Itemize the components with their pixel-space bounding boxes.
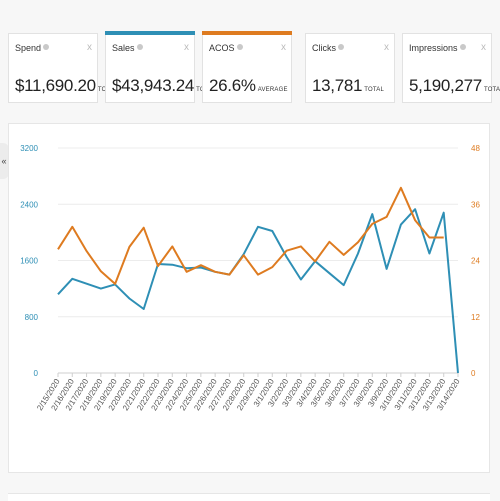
close-icon[interactable]: x — [384, 42, 389, 53]
metric-title: ACOS — [209, 43, 243, 53]
metric-accent-bar — [105, 31, 195, 35]
close-icon[interactable]: x — [184, 42, 189, 53]
y-right-tick-label: 0 — [471, 369, 476, 378]
close-icon[interactable]: x — [481, 42, 486, 53]
metric-title-label: Clicks — [312, 43, 336, 53]
metric-value: 13,781 TOTAL — [312, 76, 384, 96]
metric-title-label: Impressions — [409, 43, 458, 53]
metric-value-number: 13,781 — [312, 76, 363, 95]
info-icon[interactable] — [136, 44, 143, 50]
metric-unit: TOTAL — [483, 87, 500, 93]
info-icon[interactable] — [236, 44, 243, 50]
info-icon[interactable] — [43, 44, 50, 50]
metric-unit: AVERAGE — [257, 87, 288, 93]
metric-value-number: $43,943.24 — [112, 76, 195, 95]
metric-title-label: Spend — [15, 43, 42, 53]
metric-card-sales[interactable]: Sales x $43,943.24TOTAL — [105, 31, 216, 103]
metric-title: Impressions — [409, 43, 466, 53]
info-icon[interactable] — [338, 44, 344, 50]
y-left-tick-label: 800 — [25, 313, 39, 322]
metric-value-number: 5,190,277 — [409, 76, 482, 95]
y-left-tick-label: 2400 — [20, 200, 38, 209]
metric-title: Spend — [15, 43, 50, 53]
y-left-tick-label: 1600 — [20, 257, 38, 266]
metric-value: $43,943.24TOTAL — [112, 76, 216, 96]
metric-card-impressions[interactable]: Impressions x 5,190,277TOTAL — [402, 33, 500, 103]
metric-accent-bar — [202, 31, 292, 35]
metric-value: $11,690.20TOTAL — [15, 76, 118, 96]
metric-cards: Spendx$11,690.20TOTALSalesx$43,943.24TOT… — [8, 31, 500, 103]
close-icon[interactable]: x — [87, 42, 92, 53]
y-right-tick-label: 36 — [471, 200, 480, 209]
metric-card-clicks[interactable]: Clicks x 13,781 TOTAL — [305, 33, 395, 103]
metric-card-spend[interactable]: Spend x $11,690.20TOTAL — [8, 33, 117, 103]
line-chart: 08001600240032000122436482/15/20202/16/2… — [20, 144, 480, 412]
metric-value-number: 26.6% — [209, 76, 256, 95]
y-left-tick-label: 3200 — [20, 144, 38, 153]
y-left-tick-label: 0 — [34, 369, 39, 378]
metric-title-label: ACOS — [209, 43, 235, 53]
metric-title: Sales — [112, 43, 143, 53]
y-right-tick-label: 12 — [471, 313, 480, 322]
series-line-sales — [57, 208, 459, 374]
double-chevron-left-icon: « — [1, 156, 7, 166]
metric-title-label: Sales — [112, 43, 135, 53]
info-icon[interactable] — [459, 44, 466, 50]
chart-panel: 0 800 1600 2400 3200 0 12 24 36 48 2/15/2020 2/16/2… — [8, 123, 490, 473]
metric-card-acos[interactable]: ACOS x 26.6% AVERAGE — [202, 31, 292, 103]
metric-unit: TOTAL — [364, 87, 384, 93]
metric-title: Clicks — [312, 43, 344, 53]
y-right-tick-label: 24 — [471, 257, 480, 266]
close-icon[interactable]: x — [281, 42, 286, 53]
metric-value: 5,190,277TOTAL — [409, 76, 500, 96]
y-right-tick-label: 48 — [471, 144, 480, 153]
metric-value: 26.6% AVERAGE — [209, 76, 288, 96]
metric-value-number: $11,690.20 — [15, 76, 96, 95]
